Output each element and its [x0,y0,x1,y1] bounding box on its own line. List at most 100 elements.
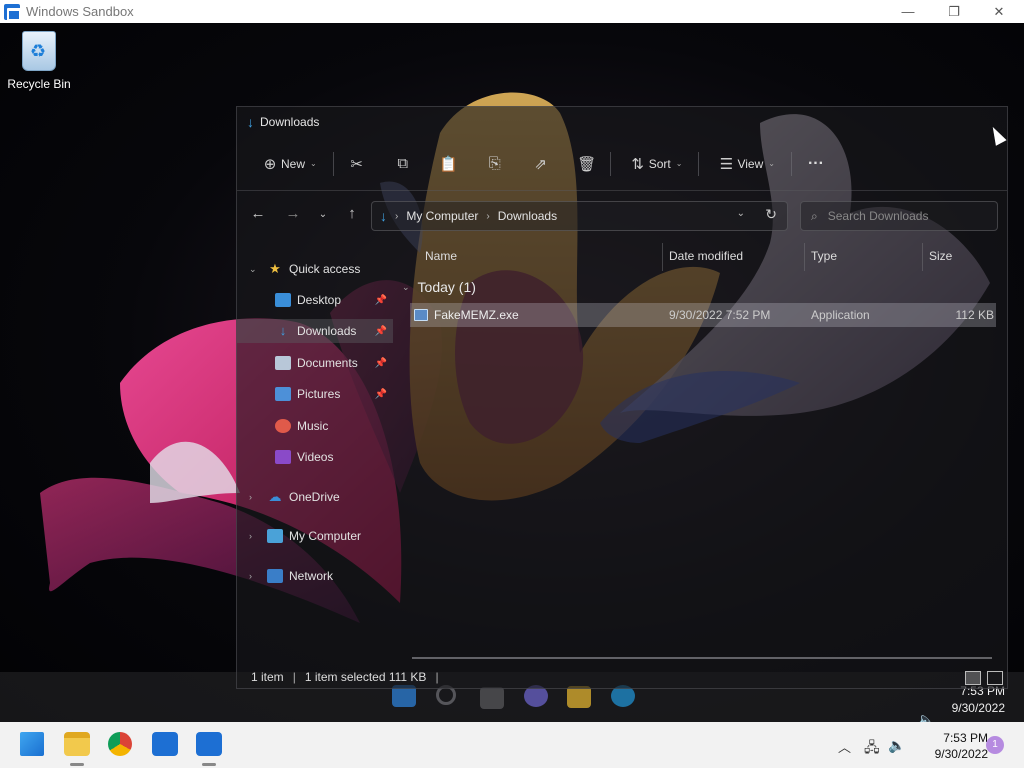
file-explorer-icon[interactable] [64,732,90,756]
file-name: FakeMEMZ.exe [434,308,519,322]
music-icon [275,419,291,433]
nav-videos-label: Videos [297,450,334,464]
column-name[interactable]: Name [425,249,457,263]
explorer-title: Downloads [260,115,320,129]
group-header-today[interactable]: ⌄ Today (1) [402,279,476,295]
file-explorer-window: ↓ Downloads ⊕ New ⌄ ✂ ⧉ 📋 ⎘ ⇗ 🗑 ⇅ Sort ⌄… [236,106,1008,689]
nav-onedrive-label: OneDrive [289,490,340,504]
notification-badge[interactable]: 1 [986,736,1004,754]
toolbar-divider [609,151,611,176]
chevron-down-icon: ⌄ [768,159,775,168]
chrome-icon[interactable] [108,732,132,756]
sandbox-title: Windows Sandbox [26,4,134,19]
details-view-icon[interactable] [965,671,981,685]
column-size[interactable]: Size [929,249,952,263]
nav-desktop[interactable]: Desktop 📌 [237,288,393,312]
more-options-button[interactable]: ··· [800,148,832,180]
sort-button[interactable]: ⇅ Sort ⌄ [619,148,691,180]
pictures-icon [275,387,291,401]
address-bar[interactable]: ↓ › My Computer › Downloads ⌄ ↻ [371,201,788,231]
nav-network[interactable]: › Network [237,564,393,588]
toolbar-divider [332,151,334,176]
cloud-icon: ☁ [268,489,282,504]
nav-my-computer[interactable]: › My Computer [237,524,393,548]
recent-locations-icon[interactable]: ⌄ [312,209,334,220]
up-arrow-icon[interactable]: ↑ [341,205,363,222]
delete-icon[interactable]: 🗑 [572,155,602,173]
column-date-modified[interactable]: Date modified [669,249,743,263]
cut-icon[interactable]: ✂ [342,155,372,173]
file-row[interactable]: FakeMEMZ.exe 9/30/2022 7:52 PM Applicati… [410,303,996,327]
taskbar-time: 7:53 PM [943,731,988,745]
download-icon: ↓ [279,323,287,338]
inner-clock-date: 9/30/2022 [951,701,1005,715]
search-input[interactable]: ⌕ Search Downloads [800,201,998,231]
pin-icon: 📌 [374,388,387,400]
nav-videos[interactable]: Videos [237,445,393,469]
windows-start-icon[interactable] [20,732,44,756]
sandbox-app-icon-active[interactable] [196,732,222,756]
address-row: ← → ⌄ ↑ ↓ › My Computer › Downloads ⌄ ↻ … [237,193,1007,237]
horizontal-scrollbar[interactable] [412,657,992,659]
maximize-button[interactable]: ❐ [931,0,977,23]
nav-network-label: Network [289,569,334,583]
minimize-button[interactable]: — [885,0,931,23]
new-button[interactable]: ⊕ New ⌄ [251,148,325,180]
status-item-count: 1 item [251,670,284,684]
nav-downloads-label: Downloads [297,324,357,338]
nav-music-label: Music [297,419,329,433]
column-type[interactable]: Type [811,249,837,263]
download-icon: ↓ [247,114,254,130]
computer-icon [267,529,283,543]
pin-icon: 📌 [374,325,387,337]
explorer-toolbar: ⊕ New ⌄ ✂ ⧉ 📋 ⎘ ⇗ 🗑 ⇅ Sort ⌄ ☰ View ⌄ ··… [237,137,1007,191]
show-hidden-icons-chevron[interactable]: ︿ [838,737,851,756]
expand-arrow-icon: ⌄ [249,263,257,274]
refresh-icon[interactable]: ↻ [765,206,777,223]
status-divider: | [435,670,439,684]
address-dropdown-icon[interactable]: ⌄ [737,208,745,219]
expand-arrow-icon: › [249,492,252,502]
sandbox-titlebar: Windows Sandbox — ❐ ✕ [0,0,1024,23]
tiles-view-icon[interactable] [987,671,1003,685]
sandbox-app-icon[interactable] [152,732,178,756]
copy-icon[interactable]: ⧉ [388,155,418,172]
nav-pictures[interactable]: Pictures 📌 [237,382,393,406]
nav-quick-access[interactable]: ⌄ ★ Quick access [237,257,393,281]
search-placeholder: Search Downloads [827,209,929,223]
search-icon: ⌕ [811,208,818,223]
paste-icon[interactable]: 📋 [434,155,464,173]
rename-icon[interactable]: ⎘ [480,155,510,172]
nav-documents[interactable]: Documents 📌 [237,351,393,375]
download-icon: ↓ [380,208,387,224]
breadcrumb-my-computer[interactable]: My Computer [406,209,478,223]
inner-taskview-icon [480,687,504,709]
nav-downloads[interactable]: ↓ Downloads 📌 [237,319,393,343]
nav-documents-label: Documents [297,356,358,370]
view-button[interactable]: ☰ View ⌄ [707,148,783,180]
star-icon: ★ [269,261,281,276]
pin-icon: 📌 [374,294,387,306]
new-label: New [281,156,306,171]
plus-circle-icon: ⊕ [263,155,277,173]
network-tray-icon[interactable]: 🖧 [864,737,880,761]
back-arrow-icon[interactable]: ← [247,205,269,222]
expand-arrow-icon: › [249,571,252,581]
breadcrumb-downloads[interactable]: Downloads [498,209,557,223]
nav-onedrive[interactable]: › ☁ OneDrive [237,485,393,509]
close-button[interactable]: ✕ [976,0,1022,23]
column-divider[interactable] [922,243,923,271]
file-list: Name Date modified Type Size ⌄ Today (1)… [394,237,1009,662]
column-divider[interactable] [804,243,805,271]
volume-tray-icon[interactable]: 🔈 [888,737,905,754]
taskbar-clock[interactable]: 7:53 PM 9/30/2022 [935,730,988,762]
forward-arrow-icon[interactable]: → [282,205,304,222]
videos-icon [275,450,291,464]
nav-desktop-label: Desktop [297,293,342,307]
recycle-bin[interactable]: Recycle Bin [6,31,72,91]
share-icon[interactable]: ⇗ [526,155,556,173]
chevron-down-icon: ⌄ [310,159,317,168]
column-divider[interactable] [662,243,663,271]
nav-music[interactable]: Music [237,414,393,438]
inner-volume-icon: 🔈 [917,712,936,722]
